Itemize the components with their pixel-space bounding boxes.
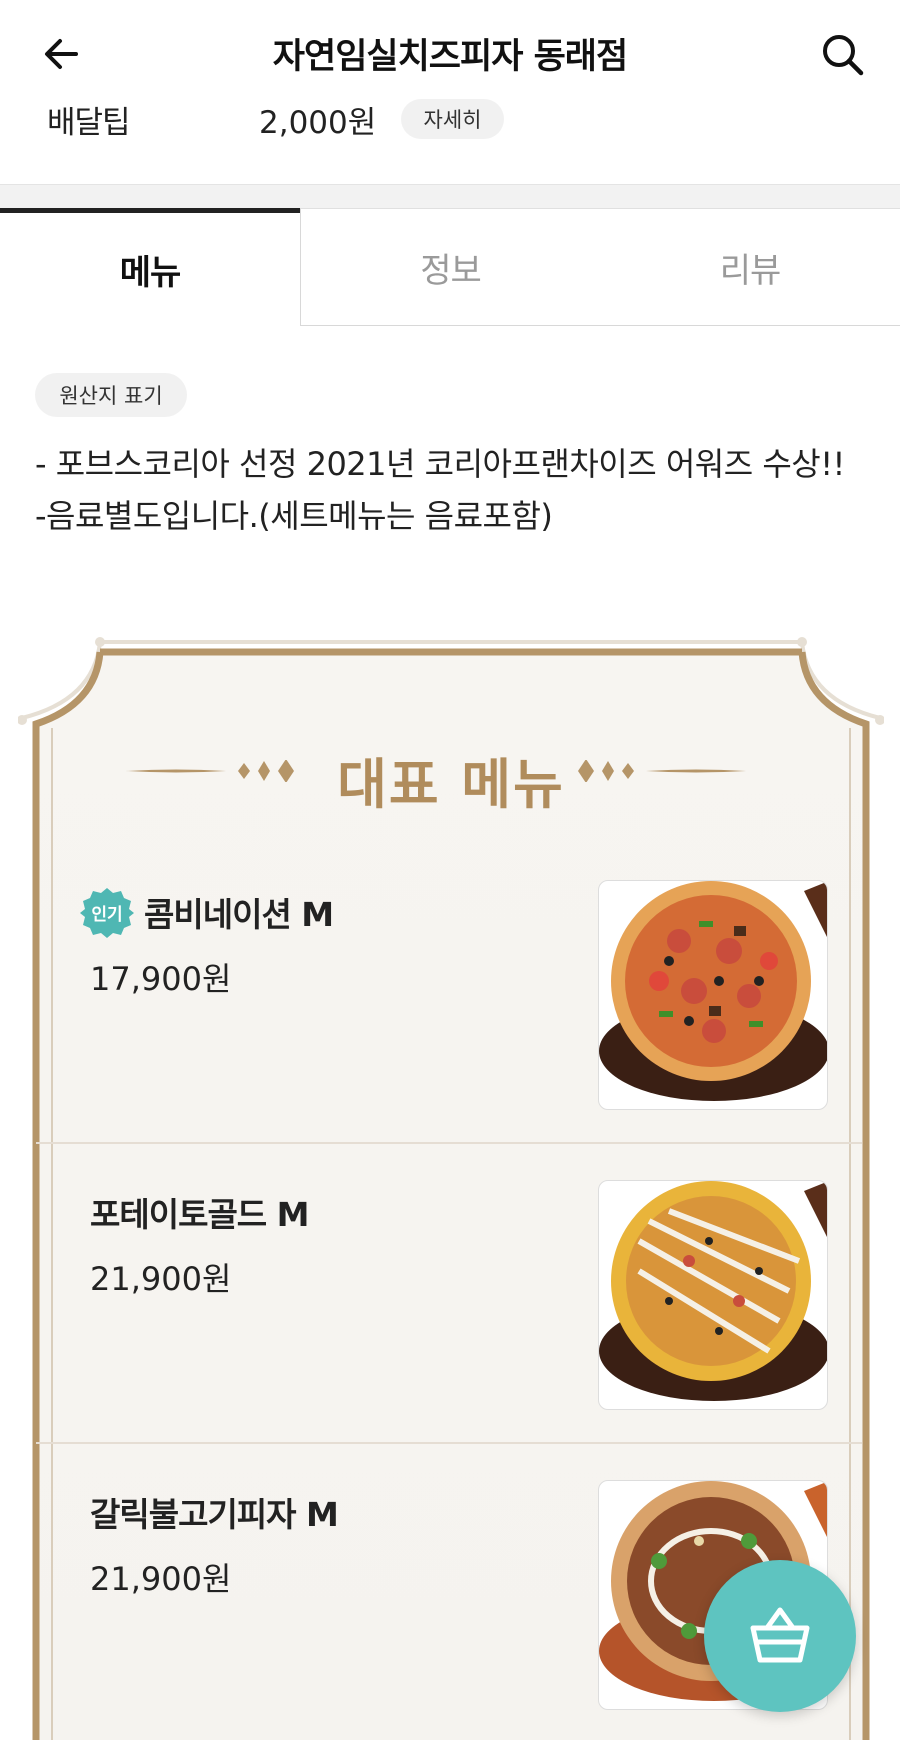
delivery-fee-row: 배달팁 2,000원 자세히 <box>0 95 900 145</box>
notice-line-2: -음료별도입니다.(세트메뉴는 음료포함) <box>35 497 553 535</box>
menu-item[interactable]: 포테이토골드 M 21,900원 <box>36 1144 862 1444</box>
origin-label-button[interactable]: 원산지 표기 <box>35 373 187 417</box>
item-name: 콤비네이션 M <box>144 895 334 934</box>
tab-info[interactable]: 정보 <box>300 208 600 326</box>
search-button[interactable] <box>816 28 870 82</box>
item-image <box>598 1180 828 1410</box>
search-icon <box>823 35 864 76</box>
tab-menu[interactable]: 메뉴 <box>0 208 300 326</box>
pizza-image <box>599 881 827 1101</box>
store-notice: - 포브스코리아 선정 2021년 코리아프랜차이즈 어워즈 수상!! -음료별… <box>35 438 855 542</box>
title-ornament-right <box>578 760 746 782</box>
fee-detail-button[interactable]: 자세히 <box>401 99 504 139</box>
delivery-fee-label: 배달팁 <box>47 105 131 141</box>
store-title: 자연임실치즈피자 동래점 <box>272 37 628 77</box>
delivery-fee-value: 2,000원 <box>259 105 377 141</box>
notice-line-1: - 포브스코리아 선정 2021년 코리아프랜차이즈 어워즈 수상!! <box>35 445 845 483</box>
item-name: 갈릭불고기피자 M <box>90 1495 339 1534</box>
store-tabs: 메뉴 정보 리뷰 <box>0 208 900 326</box>
cart-button[interactable] <box>704 1560 856 1712</box>
item-image <box>598 880 828 1110</box>
pizza-image <box>599 1181 827 1401</box>
popular-badge-label: 인기 <box>91 905 123 925</box>
section-divider <box>0 184 900 210</box>
shopping-basket-icon <box>750 1607 810 1663</box>
item-price: 21,900원 <box>90 1560 232 1598</box>
tab-review[interactable]: 리뷰 <box>600 208 900 326</box>
item-name: 포테이토골드 M <box>90 1195 309 1234</box>
item-price: 17,900원 <box>90 960 232 998</box>
menu-item[interactable]: 인기 콤비네이션 M 17,900원 <box>36 844 862 1144</box>
app-header: 자연임실치즈피자 동래점 <box>0 0 900 105</box>
item-price: 21,900원 <box>90 1260 232 1298</box>
